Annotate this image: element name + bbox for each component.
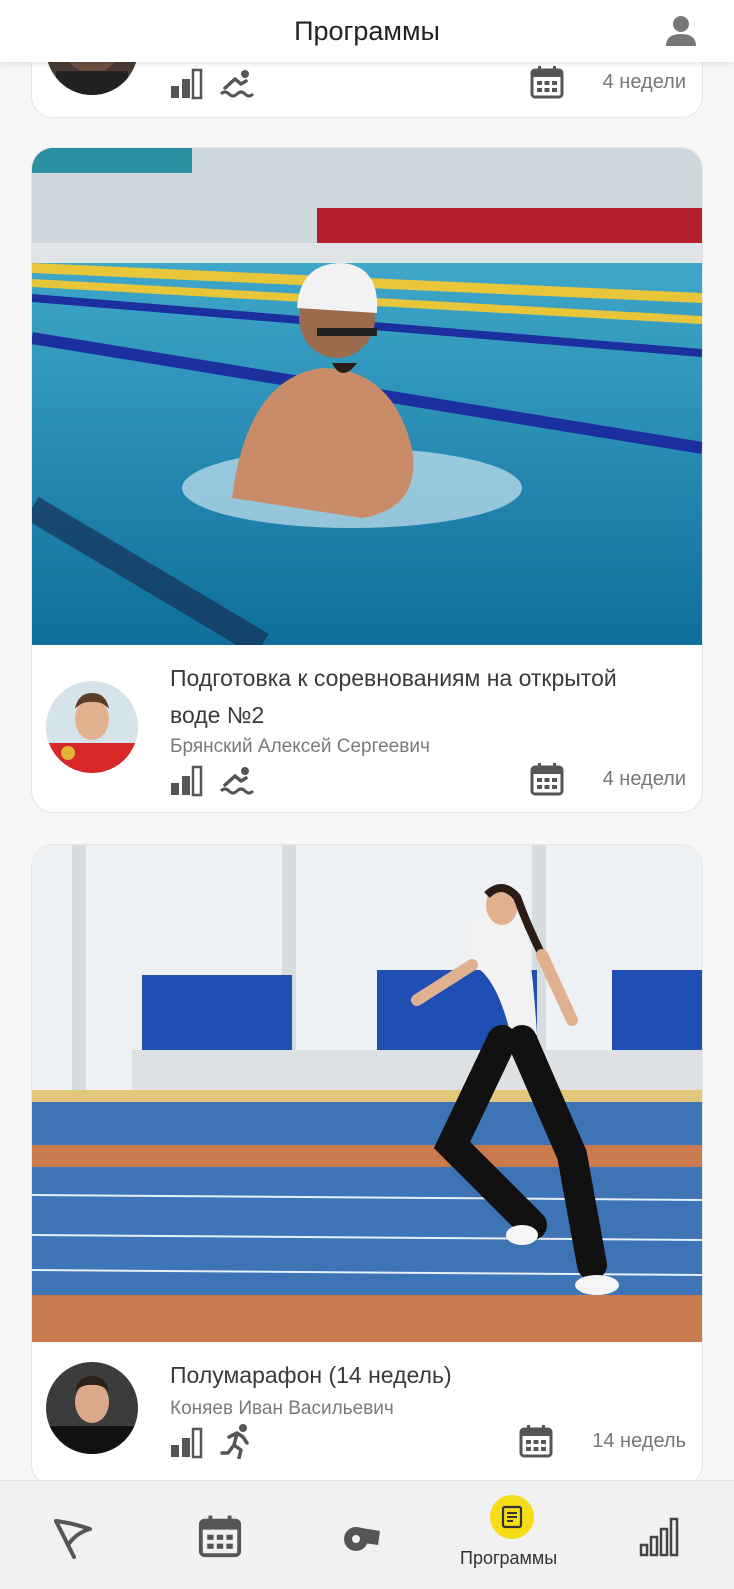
calendar-icon xyxy=(519,1425,553,1458)
program-duration: 4 недели xyxy=(602,71,686,93)
flag-icon xyxy=(54,1519,92,1559)
nav-item-goals[interactable] xyxy=(30,1481,118,1589)
program-cover-image xyxy=(32,148,702,645)
person-icon[interactable] xyxy=(664,14,698,48)
program-title: Подготовка к соревнованиям на открытой в… xyxy=(170,665,617,728)
program-duration: 4 недели xyxy=(602,768,686,790)
level-bars-icon xyxy=(171,68,203,100)
nav-label-programs: Программы xyxy=(460,1548,558,1568)
swimming-icon xyxy=(219,70,255,98)
program-duration: 14 недель xyxy=(592,1430,686,1452)
nav-item-stats[interactable] xyxy=(615,1481,703,1589)
level-bars-icon xyxy=(171,765,203,797)
program-author: Брянский Алексей Сергеевич xyxy=(170,736,430,757)
page-title: Программы xyxy=(294,15,440,46)
swimming-icon xyxy=(219,767,255,795)
coach-avatar xyxy=(46,681,138,773)
calendar-icon xyxy=(530,763,564,796)
nav-item-calendar[interactable] xyxy=(175,1481,263,1589)
program-title: Полумарафон (14 недель) xyxy=(170,1362,452,1388)
program-card[interactable]: Полумарафон (14 недель) Коняев Иван Васи… xyxy=(31,844,703,1486)
programs-feed: 4 недели Подготовка к соревнованиям на о… xyxy=(0,0,734,1588)
bottom-nav: Программы xyxy=(0,1480,734,1589)
app-header: Программы xyxy=(0,0,734,62)
coach-avatar xyxy=(46,1362,138,1454)
program-author: Коняев Иван Васильевич xyxy=(170,1398,394,1419)
program-card[interactable]: Подготовка к соревнованиям на открытой в… xyxy=(31,147,703,813)
programs-icon xyxy=(501,1505,523,1529)
program-cover-image xyxy=(32,845,702,1342)
whistle-icon xyxy=(344,1527,380,1551)
nav-item-programs[interactable]: Программы xyxy=(445,1481,585,1589)
calendar-icon xyxy=(530,66,564,99)
calendar-icon xyxy=(198,1515,242,1558)
stats-icon xyxy=(639,1517,679,1557)
running-icon xyxy=(220,1424,249,1459)
level-bars-icon xyxy=(171,1427,203,1459)
nav-item-coach[interactable] xyxy=(318,1481,406,1589)
